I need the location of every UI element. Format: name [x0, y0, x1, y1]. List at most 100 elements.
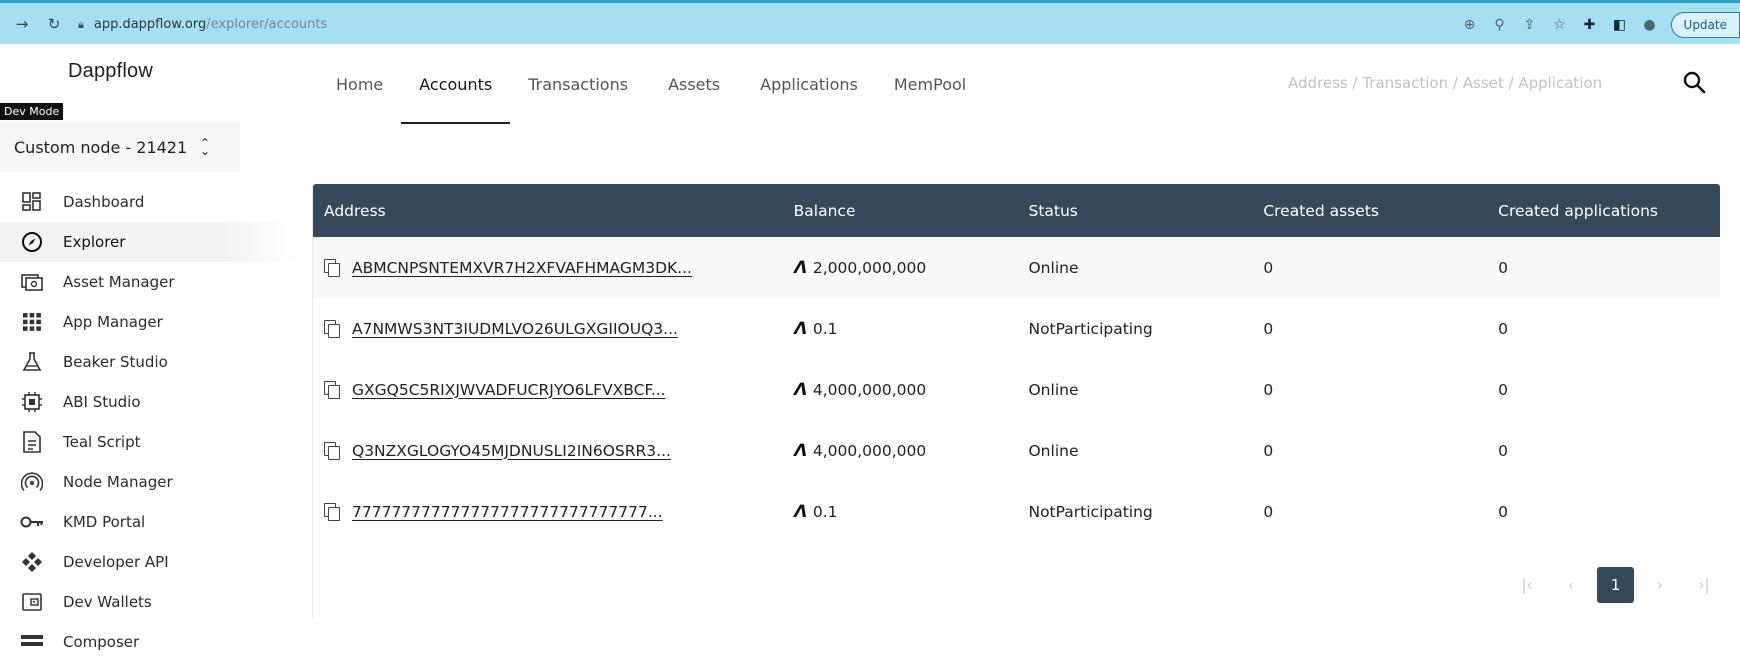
sidebar-item-label: Explorer	[63, 233, 126, 251]
account-status: NotParticipating	[1028, 319, 1153, 338]
created-assets-count: 0	[1263, 502, 1274, 521]
column-header-address: Address	[324, 201, 386, 220]
tab-accounts[interactable]: Accounts	[401, 44, 511, 124]
forward-icon[interactable]: →	[10, 15, 34, 33]
profile-avatar-icon[interactable]: ●	[1635, 17, 1665, 33]
account-address-link[interactable]: Q3NZXGLOGYO45MJDNUSLI2IN6OSRR3...	[352, 442, 671, 460]
pagination: |‹ ‹ 1 › ›|	[1505, 567, 1726, 603]
sidebar-item-label: Node Manager	[63, 473, 173, 491]
sidebar-item-dashboard[interactable]: Dashboard	[0, 182, 300, 222]
account-balance: 4,000,000,000	[812, 441, 927, 460]
wallet-icon	[20, 590, 44, 614]
account-status: Online	[1028, 441, 1079, 460]
tab-applications[interactable]: Applications	[742, 44, 876, 124]
address-bar[interactable]: 🔒︎ app.dappflow.org/explorer/accounts	[78, 12, 1228, 37]
reload-icon[interactable]: ↻	[42, 15, 66, 33]
page-button-current[interactable]: 1	[1597, 567, 1634, 603]
copy-icon[interactable]	[324, 381, 340, 399]
algo-icon: Λ	[791, 440, 809, 461]
chip-icon	[20, 390, 44, 414]
created-assets-count: 0	[1263, 380, 1274, 399]
table-row[interactable]: 777777777777777777777777777777... Λ 0.1 N…	[313, 481, 1720, 542]
account-balance: 4,000,000,000	[812, 380, 927, 399]
search-input[interactable]: Address / Transaction / Asset / Applicat…	[1288, 74, 1602, 92]
sidebar-item-developer-api[interactable]: Developer API	[0, 542, 300, 582]
tab-mempool[interactable]: MemPool	[876, 44, 984, 124]
sidebar-item-dev-wallets[interactable]: Dev Wallets	[0, 582, 300, 622]
composer-icon	[20, 630, 44, 654]
first-page-icon[interactable]: |‹	[1505, 567, 1549, 603]
lock-icon: 🔒︎	[78, 17, 84, 31]
last-page-icon[interactable]: ›|	[1682, 567, 1726, 603]
sidebar-item-beaker-studio[interactable]: Beaker Studio	[0, 342, 300, 382]
tab-transactions[interactable]: Transactions	[510, 44, 646, 124]
previous-page-icon[interactable]: ‹	[1549, 567, 1593, 603]
table-row[interactable]: A7NMWS3NT3IUDMLVO26ULGXGIIOUQ3... Λ 0.1 N…	[313, 298, 1720, 359]
created-assets-count: 0	[1263, 319, 1274, 338]
account-address-link[interactable]: 777777777777777777777777777777...	[352, 503, 663, 521]
sidebar-item-asset-manager[interactable]: Asset Manager	[0, 262, 300, 302]
search-icon[interactable]	[1682, 70, 1706, 94]
column-header-balance: Balance	[793, 201, 856, 220]
copy-icon[interactable]	[324, 442, 340, 460]
accounts-table: Address Balance Status Created assets Cr…	[312, 184, 1720, 618]
tab-assets[interactable]: Assets	[646, 44, 742, 124]
sidebar-item-abi-studio[interactable]: ABI Studio	[0, 382, 300, 422]
account-address-link[interactable]: ABMCNPSNTEMXVR7H2XFVAFHMAGM3DK...	[352, 259, 692, 277]
sidebar: Dappflow Dev Mode Custom node - 21421 ⌃ ⌄…	[0, 44, 300, 651]
extensions-icon[interactable]: ✚	[1575, 17, 1605, 33]
sidebar-item-app-manager[interactable]: App Manager	[0, 302, 300, 342]
copy-icon[interactable]	[324, 503, 340, 521]
created-apps-count: 0	[1498, 319, 1509, 338]
grid-icon	[20, 310, 44, 334]
algo-icon: Λ	[791, 379, 809, 400]
created-assets-count: 0	[1263, 258, 1274, 277]
account-balance: 0.1	[812, 319, 838, 338]
next-page-icon[interactable]: ›	[1638, 567, 1682, 603]
sidebar-item-label: Composer	[63, 633, 140, 651]
share-icon[interactable]: ⇪	[1515, 17, 1545, 33]
sidebar-item-kmd-portal[interactable]: KMD Portal	[0, 502, 300, 542]
document-icon	[20, 430, 44, 454]
created-apps-count: 0	[1498, 258, 1509, 277]
api-icon	[20, 550, 44, 574]
sidebar-item-teal-script[interactable]: Teal Script	[0, 422, 300, 462]
sidebar-item-explorer[interactable]: Explorer	[0, 222, 300, 262]
url-host: app.dappflow.org	[93, 17, 207, 32]
sidebar-item-label: Dashboard	[63, 193, 145, 211]
side-panel-icon[interactable]: ◧	[1605, 17, 1635, 33]
bookmark-star-icon[interactable]: ☆	[1545, 17, 1575, 33]
updown-chevron-icon: ⌃ ⌄	[199, 136, 210, 158]
node-selector[interactable]: Custom node - 21421 ⌃ ⌄	[0, 122, 240, 172]
column-header-created-applications: Created applications	[1498, 201, 1658, 220]
account-status: Online	[1028, 380, 1079, 399]
copy-icon[interactable]	[324, 259, 340, 277]
sidebar-item-label: KMD Portal	[63, 513, 146, 531]
sidebar-item-composer[interactable]: Composer	[0, 622, 300, 662]
sidebar-item-label: ABI Studio	[63, 393, 141, 411]
copy-icon[interactable]	[324, 320, 340, 338]
created-assets-count: 0	[1263, 441, 1274, 460]
zoom-icon[interactable]: ⚲	[1485, 17, 1515, 33]
sidebar-item-label: Teal Script	[63, 433, 141, 451]
account-address-link[interactable]: GXGQ5C5RIXJWVADFUCRJYO6LFVXBCF...	[352, 381, 666, 399]
account-address-link[interactable]: A7NMWS3NT3IUDMLVO26ULGXGIIOUQ3...	[352, 320, 678, 338]
update-button[interactable]: Update	[1670, 12, 1740, 38]
account-balance: 0.1	[812, 502, 838, 521]
tab-home[interactable]: Home	[318, 44, 401, 124]
dev-mode-badge: Dev Mode	[0, 103, 64, 120]
account-status: Online	[1028, 258, 1079, 277]
sidebar-item-node-manager[interactable]: Node Manager	[0, 462, 300, 502]
sidebar-menu: Dashboard Explorer Asset Manager App Man…	[0, 182, 300, 662]
compass-icon	[20, 230, 44, 254]
table-row[interactable]: GXGQ5C5RIXJWVADFUCRJYO6LFVXBCF... Λ 4,000…	[313, 359, 1720, 420]
dappflow-logo[interactable]: Dappflow	[68, 60, 153, 83]
install-icon[interactable]: ⊕	[1455, 17, 1485, 33]
algo-icon: Λ	[791, 318, 809, 339]
sidebar-item-label: Asset Manager	[63, 273, 175, 291]
table-row[interactable]: Q3NZXGLOGYO45MJDNUSLI2IN6OSRR3... Λ 4,000…	[313, 420, 1720, 481]
table-row[interactable]: ABMCNPSNTEMXVR7H2XFVAFHMAGM3DK... Λ 2,000…	[313, 237, 1720, 298]
created-apps-count: 0	[1498, 502, 1509, 521]
algo-icon: Λ	[791, 501, 809, 522]
top-nav-tabs: Home Accounts Transactions Assets Applic…	[318, 44, 984, 124]
